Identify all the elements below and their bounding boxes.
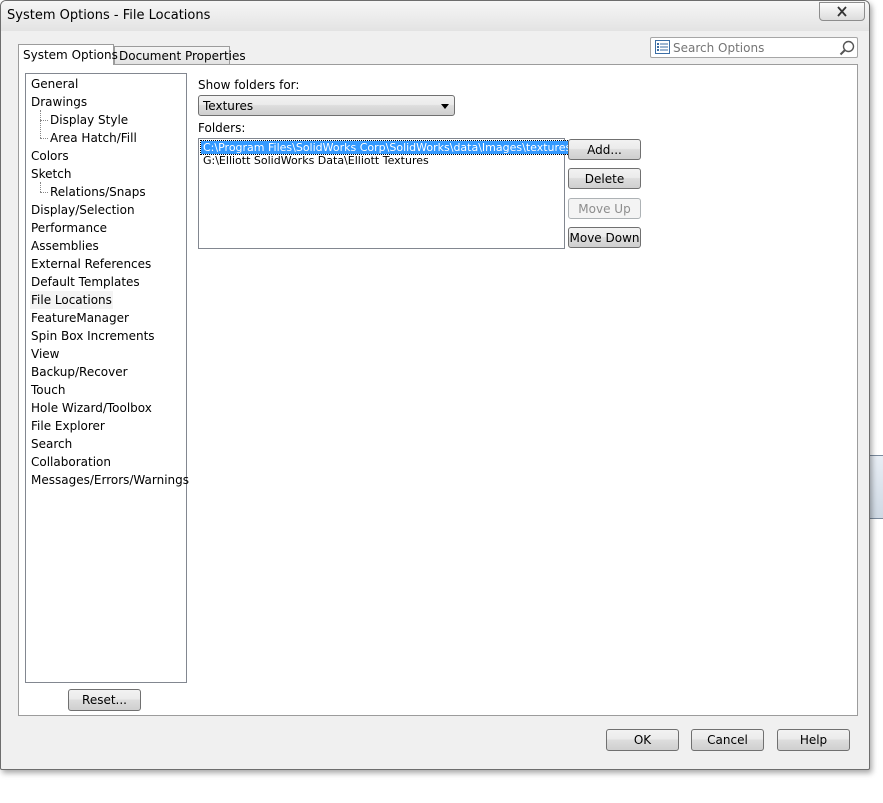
tree-item-file-explorer[interactable]: File Explorer	[30, 417, 106, 435]
tree-connector	[40, 110, 41, 138]
tree-item-touch[interactable]: Touch	[30, 381, 66, 399]
cancel-button[interactable]: Cancel	[691, 729, 764, 751]
dropdown-arrow-icon	[441, 104, 449, 109]
tree-item-general[interactable]: General	[30, 75, 79, 93]
tree-item-relations-snaps[interactable]: Relations/Snaps	[49, 183, 147, 201]
tree-item-default-templates[interactable]: Default Templates	[30, 273, 141, 291]
ok-button[interactable]: OK	[606, 729, 679, 751]
list-view-icon[interactable]	[655, 40, 670, 54]
options-panel: General Drawings Display Style Area Hatc…	[18, 64, 858, 716]
delete-button[interactable]: Delete	[568, 168, 641, 189]
tree-connector	[40, 120, 48, 121]
tree-item-file-locations[interactable]: File Locations	[30, 291, 113, 309]
folders-label: Folders:	[198, 121, 246, 135]
tree-connector	[40, 138, 48, 139]
tab-label: Document Properties	[119, 49, 246, 63]
tree-connector	[40, 182, 41, 192]
reset-button[interactable]: Reset...	[68, 689, 141, 711]
tree-item-view[interactable]: View	[30, 345, 60, 363]
folders-list[interactable]: C:\Program Files\SolidWorks Corp\SolidWo…	[198, 138, 575, 249]
tree-item-colors[interactable]: Colors	[30, 147, 70, 165]
tree-item-backup-recover[interactable]: Backup/Recover	[30, 363, 129, 381]
tree-item-sketch[interactable]: Sketch	[30, 165, 72, 183]
tree-item-performance[interactable]: Performance	[30, 219, 108, 237]
title-bar[interactable]: System Options - File Locations	[1, 1, 869, 31]
tree-item-external-references[interactable]: External References	[30, 255, 152, 273]
tree-item-messages-errors-warnings[interactable]: Messages/Errors/Warnings	[30, 471, 190, 489]
show-folders-value: Textures	[203, 99, 254, 113]
close-button[interactable]	[819, 2, 865, 21]
tab-document-properties[interactable]: Document Properties	[114, 46, 246, 64]
folder-path-item[interactable]: G:\Elliott SolidWorks Data\Elliott Textu…	[201, 154, 431, 167]
tree-item-featuremanager[interactable]: FeatureManager	[30, 309, 130, 327]
tree-item-collaboration[interactable]: Collaboration	[30, 453, 112, 471]
tree-item-spin-box-increments[interactable]: Spin Box Increments	[30, 327, 156, 345]
options-tree[interactable]: General Drawings Display Style Area Hatc…	[25, 73, 190, 683]
tree-item-area-hatch-fill[interactable]: Area Hatch/Fill	[49, 129, 138, 147]
tree-item-display-style[interactable]: Display Style	[49, 111, 129, 129]
search-input[interactable]	[673, 39, 833, 56]
tree-item-hole-wizard-toolbox[interactable]: Hole Wizard/Toolbox	[30, 399, 153, 417]
close-icon	[837, 6, 847, 17]
system-options-dialog: System Options - File Locations System O…	[0, 0, 870, 770]
help-button[interactable]: Help	[777, 729, 850, 751]
tree-connector	[40, 192, 48, 193]
window-title: System Options - File Locations	[7, 8, 211, 23]
show-folders-dropdown[interactable]: Textures	[198, 95, 455, 116]
search-icon[interactable]	[839, 40, 855, 56]
tab-system-options[interactable]: System Options	[18, 44, 118, 65]
tree-item-search[interactable]: Search	[30, 435, 73, 453]
add-button[interactable]: Add...	[568, 139, 641, 160]
tab-label: System Options	[23, 48, 118, 62]
tree-item-display-selection[interactable]: Display/Selection	[30, 201, 136, 219]
move-up-button[interactable]: Move Up	[568, 198, 641, 219]
move-down-button[interactable]: Move Down	[568, 227, 641, 248]
folder-path-item[interactable]: C:\Program Files\SolidWorks Corp\SolidWo…	[199, 140, 575, 155]
tree-item-drawings[interactable]: Drawings	[30, 93, 88, 111]
show-folders-label: Show folders for:	[198, 78, 300, 92]
search-options-box[interactable]	[650, 37, 858, 58]
tree-item-assemblies[interactable]: Assemblies	[30, 237, 100, 255]
background-window-fragment	[870, 455, 883, 519]
